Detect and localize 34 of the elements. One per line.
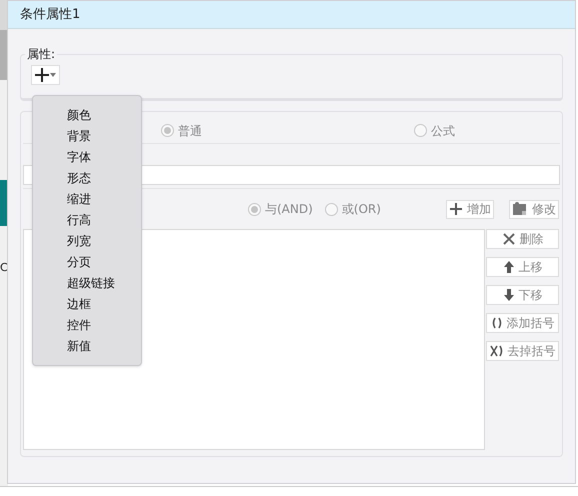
menu-item[interactable]: 行高: [33, 210, 141, 231]
arrow-up-icon: [502, 260, 514, 274]
side-button[interactable]: 上移: [486, 257, 559, 277]
menu-item[interactable]: 颜色: [33, 105, 141, 126]
toolbar-button[interactable]: 修改: [509, 200, 559, 218]
menu-item[interactable]: 形态: [33, 168, 141, 189]
menu-item[interactable]: 控件: [33, 315, 141, 336]
side-button[interactable]: 添加括号: [486, 313, 559, 333]
attributes-legend: 属性:: [25, 45, 58, 63]
radio-circle[interactable]: [248, 202, 261, 216]
close-icon: [502, 232, 516, 246]
menu-item[interactable]: 超级链接: [33, 273, 141, 294]
side-button[interactable]: 下移: [486, 285, 559, 305]
puzzle-icon: [512, 202, 528, 216]
plus-icon: [35, 68, 49, 82]
plus-icon: [449, 202, 463, 216]
caret-icon: [50, 73, 56, 77]
add-attribute-button[interactable]: [31, 65, 60, 85]
menu-item[interactable]: 分页: [33, 252, 141, 273]
menu-item[interactable]: 新值: [33, 336, 141, 357]
brackets-icon: [490, 317, 502, 329]
side-button[interactable]: 去掉括号: [486, 341, 559, 361]
menu-item[interactable]: 字体: [33, 147, 141, 168]
background-text: C: [0, 262, 8, 273]
menu-item[interactable]: 边框: [33, 294, 141, 315]
remove-brackets-icon: [490, 345, 504, 357]
toolbar-button[interactable]: 增加: [446, 200, 494, 218]
radio-circle[interactable]: [161, 124, 174, 137]
menu-item[interactable]: 背景: [33, 126, 141, 147]
menu-item[interactable]: 缩进: [33, 189, 141, 210]
side-button[interactable]: 删除: [486, 229, 559, 249]
arrow-down-icon: [502, 288, 514, 302]
menu-item[interactable]: 列宽: [33, 231, 141, 252]
window-title: 条件属性1: [20, 6, 80, 24]
